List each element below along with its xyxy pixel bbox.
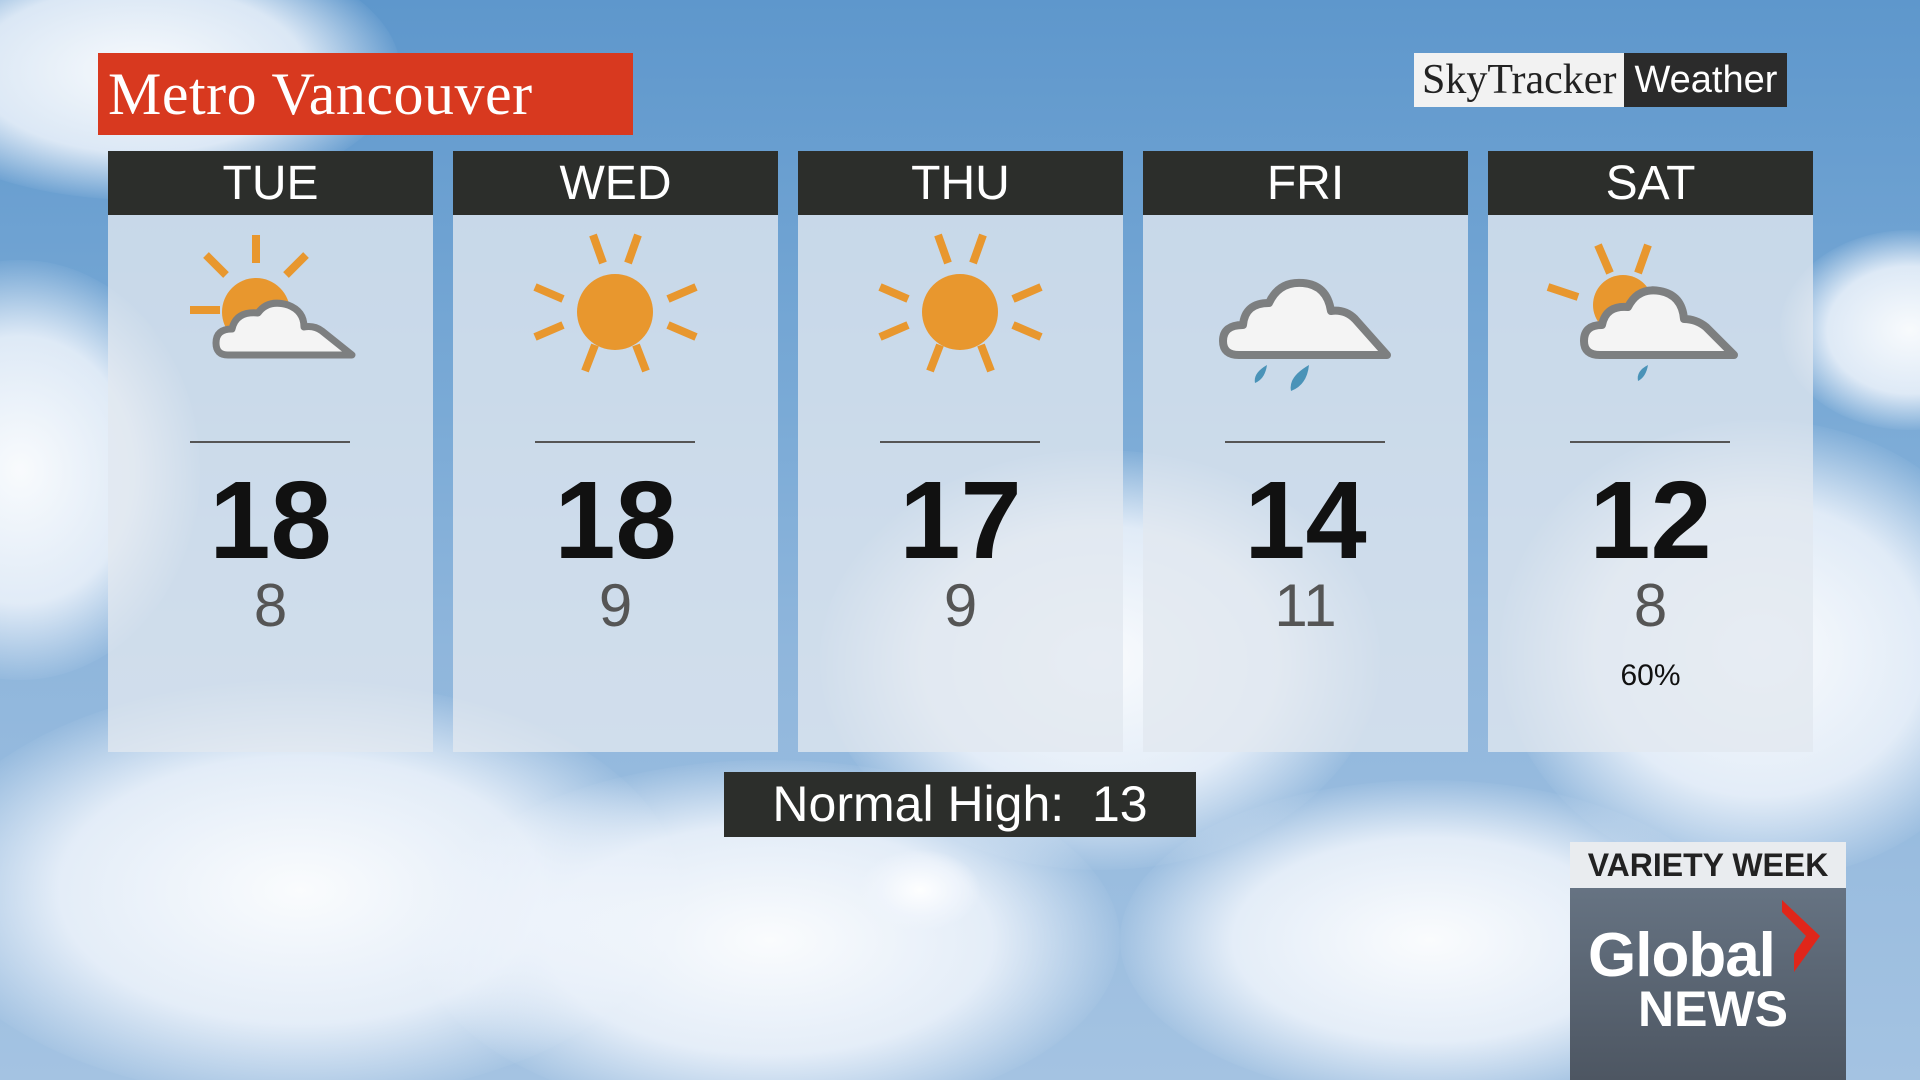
day-label: THU [798,151,1123,215]
chevron-right-icon [1782,900,1820,972]
divider [535,441,695,443]
variety-week-banner: VARIETY WEEK [1570,842,1846,888]
divider [880,441,1040,443]
precip-chance: 60% [1620,659,1681,692]
sun-icon [878,233,1043,373]
cloud-rain-icon [1219,278,1391,391]
high-temp: 12 [1589,459,1712,582]
sun-cloud-rain-icon [1546,243,1738,381]
high-temp: 18 [554,459,677,582]
low-temp: 11 [1274,572,1337,639]
normal-high-bar: Normal High: 13 [724,772,1196,837]
low-temp: 8 [1633,572,1668,639]
divider [190,441,350,443]
sun-behind-cloud-icon [190,235,356,359]
day-label: WED [453,151,778,215]
low-temp: 9 [598,572,633,639]
low-temp: 9 [943,572,978,639]
day-label: SAT [1488,151,1813,215]
logo-part2: Weather [1624,53,1788,107]
global-news-logo: VARIETY WEEK Global NEWS [1570,842,1846,1080]
high-temp: 14 [1244,459,1367,582]
forecast-day-wed: WED 18 9 [453,151,778,752]
sun-icon [533,233,698,373]
forecast-day-thu: THU 17 9 [798,151,1123,752]
forecast-day-sat: SAT 12 8 60% [1488,151,1813,752]
forecast-day-fri: FRI 14 11 [1143,151,1468,752]
page-title: Metro Vancouver [98,53,633,135]
divider [1225,441,1385,443]
brand-news: NEWS [1638,981,1788,1037]
high-temp: 17 [899,459,1022,582]
day-label: FRI [1143,151,1468,215]
normal-high-text: Normal High: 13 [772,776,1148,832]
logo-part1: SkyTracker [1414,53,1625,107]
day-label: TUE [108,151,433,215]
divider [1570,441,1730,443]
low-temp: 8 [253,572,288,639]
skytracker-logo: SkyTracker Weather [1414,53,1788,107]
forecast-day-tue: TUE 18 8 [108,151,433,752]
high-temp: 18 [209,459,332,582]
